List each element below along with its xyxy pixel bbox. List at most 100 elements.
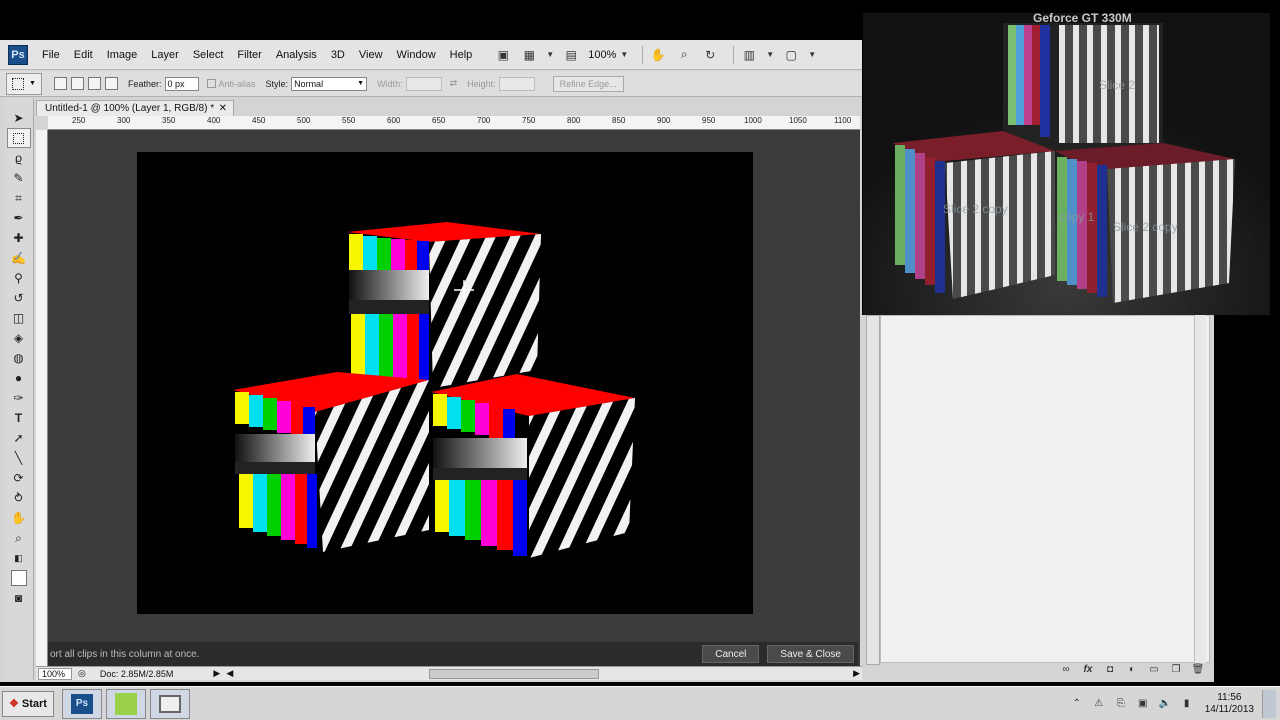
layers-list[interactable]: [880, 315, 1210, 663]
dodge-tool-icon[interactable]: ●: [7, 368, 31, 388]
panel-scrollbar-left[interactable]: [866, 315, 880, 665]
style-select[interactable]: Normal ▼: [291, 76, 368, 91]
menu-3d[interactable]: 3D: [331, 49, 345, 61]
line-tool-icon[interactable]: ╲: [7, 448, 31, 468]
horizontal-scrollbar[interactable]: [429, 668, 600, 679]
type-tool-icon[interactable]: T: [7, 408, 31, 428]
trash-icon[interactable]: 🗑: [1190, 662, 1206, 676]
rotate-view-icon[interactable]: ↻: [701, 47, 719, 63]
hand-icon[interactable]: ✋: [649, 47, 667, 63]
menu-bar: Ps File Edit Image Layer Select Filter A…: [0, 40, 862, 70]
width-input[interactable]: [405, 76, 442, 91]
chevron-down-icon[interactable]: ▼: [546, 50, 554, 59]
chevron-down-icon[interactable]: ▼: [808, 50, 816, 59]
healing-brush-tool-icon[interactable]: ✚: [7, 228, 31, 248]
zoom-icon[interactable]: ⌕: [675, 47, 693, 63]
new-layer-icon[interactable]: ❐: [1168, 662, 1184, 676]
keyboard-icon[interactable]: ▣: [1135, 697, 1151, 711]
document-canvas[interactable]: [137, 152, 753, 614]
antialias-checkbox[interactable]: [206, 79, 216, 88]
scroll-right-icon[interactable]: ▶: [213, 668, 220, 679]
menu-filter[interactable]: Filter: [237, 49, 261, 61]
close-icon[interactable]: ✕: [219, 103, 227, 114]
lasso-tool-icon[interactable]: ϱ: [7, 148, 31, 168]
layer-style-icon[interactable]: fx: [1080, 662, 1096, 676]
refine-edge-button[interactable]: Refine Edge...: [552, 75, 624, 92]
taskbar: ❖ Start Ps ⌃ ⚠ ⎘ ▣ 🔈 ▮ 11:56 14/11/2013: [0, 686, 1280, 720]
start-button[interactable]: ❖ Start: [2, 690, 54, 717]
adjustment-layer-icon[interactable]: ◐: [1124, 662, 1140, 676]
marquee-tool-icon[interactable]: [6, 128, 31, 148]
clock[interactable]: 11:56 14/11/2013: [1205, 692, 1254, 716]
ruler-tick: 700: [477, 116, 491, 125]
menu-window[interactable]: Window: [397, 49, 436, 61]
usb-icon[interactable]: ⎘: [1113, 697, 1129, 711]
3d-orbit-tool-icon[interactable]: ⥁: [7, 488, 31, 508]
history-brush-tool-icon[interactable]: ↺: [7, 288, 31, 308]
tool-preset-picker[interactable]: ▼: [6, 72, 42, 95]
add-selection-button[interactable]: [71, 77, 84, 90]
brush-tool-icon[interactable]: ✍: [7, 248, 31, 268]
menu-layer[interactable]: Layer: [151, 49, 179, 61]
hand-tool-icon[interactable]: ✋: [7, 508, 31, 528]
3d-rotate-tool-icon[interactable]: ⟳: [7, 468, 31, 488]
screen-mode-icon[interactable]: ▢: [782, 47, 800, 63]
clone-stamp-tool-icon[interactable]: ⚲: [7, 268, 31, 288]
scroll-left-icon[interactable]: ◀: [226, 668, 233, 679]
show-hidden-icons[interactable]: ⌃: [1069, 697, 1085, 711]
path-select-tool-icon[interactable]: ➚: [7, 428, 31, 448]
save-close-button[interactable]: Save & Close: [767, 645, 854, 663]
swap-icon[interactable]: ⇄: [450, 78, 458, 89]
mini-bridge-icon[interactable]: ▦: [520, 47, 538, 63]
crop-tool-icon[interactable]: ⌗: [7, 188, 31, 208]
subtract-selection-button[interactable]: [88, 77, 101, 90]
signal-icon[interactable]: ▮: [1179, 697, 1195, 711]
zoom-field[interactable]: 100%: [38, 667, 72, 680]
eraser-tool-icon[interactable]: ◫: [7, 308, 31, 328]
menu-help[interactable]: Help: [450, 49, 473, 61]
menu-edit[interactable]: Edit: [74, 49, 93, 61]
menu-image[interactable]: Image: [107, 49, 138, 61]
zoom-dropdown-icon[interactable]: ▼: [620, 50, 628, 59]
quick-select-tool-icon[interactable]: ✎: [7, 168, 31, 188]
menu-view[interactable]: View: [359, 49, 383, 61]
new-group-icon[interactable]: ▭: [1146, 662, 1162, 676]
arrange-documents-icon[interactable]: ▥: [740, 47, 758, 63]
zoom-level[interactable]: 100%: [588, 49, 616, 61]
intersect-selection-button[interactable]: [105, 77, 118, 90]
chevron-down-icon[interactable]: ▼: [766, 50, 774, 59]
height-input[interactable]: [498, 76, 535, 91]
zoom-tool-icon[interactable]: ⌕: [7, 528, 31, 548]
scroll-right-end-icon[interactable]: ▶: [853, 668, 860, 679]
ruler-guide-icon[interactable]: ▤: [562, 47, 580, 63]
canvas-area[interactable]: [48, 130, 860, 666]
blur-tool-icon[interactable]: ◍: [7, 348, 31, 368]
menu-analysis[interactable]: Analysis: [276, 49, 317, 61]
document-tab[interactable]: Untitled-1 @ 100% (Layer 1, RGB/8) * ✕: [36, 100, 234, 116]
status-options-icon[interactable]: ◎: [78, 668, 86, 679]
cancel-button[interactable]: Cancel: [702, 645, 760, 663]
quick-mask-icon[interactable]: ◙: [7, 588, 31, 608]
show-desktop-button[interactable]: [1262, 689, 1276, 718]
projection-photo: Geforce GT 330M Slice 2 Slice 2 copy cop…: [863, 13, 1270, 315]
taskbar-photoshop[interactable]: Ps: [61, 688, 102, 719]
paint-bucket-tool-icon[interactable]: ◈: [7, 328, 31, 348]
eyedropper-tool-icon[interactable]: ✒: [7, 208, 31, 228]
network-warning-icon[interactable]: ⚠: [1091, 697, 1107, 711]
feather-input[interactable]: 0 px: [164, 76, 199, 91]
panel-scrollbar[interactable]: [1194, 315, 1206, 663]
layer-mask-icon[interactable]: ◘: [1102, 662, 1118, 676]
color-swatches-icon[interactable]: [7, 568, 31, 588]
default-colors-icon[interactable]: ◧: [7, 548, 31, 568]
new-selection-button[interactable]: [54, 77, 67, 90]
taskbar-app-2[interactable]: [105, 688, 146, 719]
taskbar-app-3[interactable]: [149, 688, 190, 719]
bridge-icon[interactable]: ▣: [494, 47, 512, 63]
layers-panel-footer: ∞ fx ◘ ◐ ▭ ❐ 🗑: [880, 660, 1206, 678]
move-tool-icon[interactable]: ➤: [7, 108, 31, 128]
menu-file[interactable]: File: [42, 49, 60, 61]
volume-icon[interactable]: 🔈: [1157, 697, 1173, 711]
pen-tool-icon[interactable]: ✑: [7, 388, 31, 408]
link-layers-icon[interactable]: ∞: [1058, 662, 1074, 676]
menu-select[interactable]: Select: [193, 49, 224, 61]
